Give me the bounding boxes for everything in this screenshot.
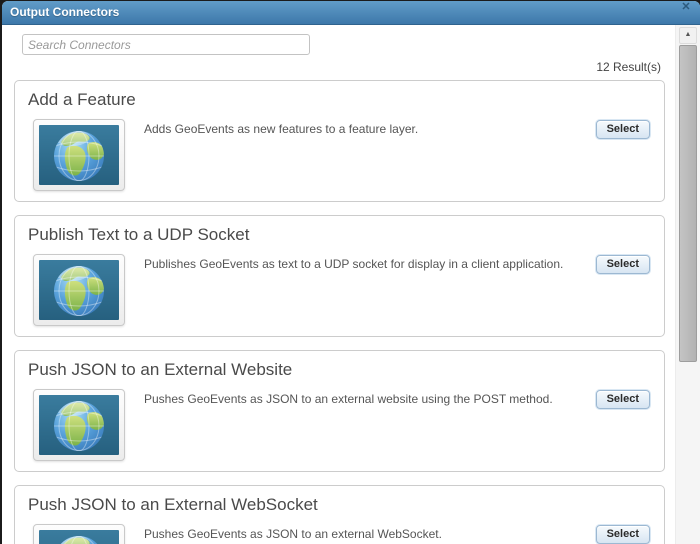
scrollbar[interactable]: ▲ — [675, 25, 700, 544]
connector-title: Push JSON to an External Website — [28, 360, 293, 379]
connector-thumbnail — [33, 524, 125, 544]
select-button[interactable]: Select — [595, 120, 650, 139]
connector-title: Push JSON to an External WebSocket — [28, 495, 318, 514]
globe-icon — [39, 530, 119, 544]
connector-title: Publish Text to a UDP Socket — [28, 225, 250, 244]
globe-icon — [39, 260, 119, 320]
select-button[interactable]: Select — [595, 255, 650, 274]
connector-thumbnail — [33, 119, 125, 191]
dialog-title: Output Connectors — [10, 5, 120, 19]
connector-card: Publish Text to a UDP Socket Publishes G… — [14, 215, 665, 337]
scroll-up-button[interactable]: ▲ — [679, 27, 697, 44]
select-button[interactable]: Select — [595, 390, 650, 409]
connector-list: Add a Feature Adds GeoEvents as new feat… — [2, 80, 676, 544]
connector-thumbnail — [33, 389, 125, 461]
globe-icon — [39, 395, 119, 455]
connector-description: Pushes GeoEvents as JSON to an external … — [144, 392, 553, 406]
connector-description: Pushes GeoEvents as JSON to an external … — [144, 527, 442, 541]
dialog-content: 12 Result(s) Add a Feature — [2, 25, 676, 544]
globe-icon — [39, 125, 119, 185]
connector-thumbnail — [33, 254, 125, 326]
close-icon[interactable]: ✕ — [679, 1, 693, 15]
scrollbar-thumb[interactable] — [679, 45, 697, 362]
dialog-titlebar: Output Connectors ✕ — [2, 1, 700, 25]
connector-description: Adds GeoEvents as new features to a feat… — [144, 122, 419, 136]
search-input[interactable] — [22, 34, 310, 55]
connector-card: Add a Feature Adds GeoEvents as new feat… — [14, 80, 665, 202]
results-count: 12 Result(s) — [596, 60, 661, 74]
output-connectors-dialog: Output Connectors ✕ 12 Result(s) Add a F… — [2, 1, 700, 544]
connector-description: Publishes GeoEvents as text to a UDP soc… — [144, 257, 564, 271]
select-button[interactable]: Select — [595, 525, 650, 544]
connector-card: Push JSON to an External WebSocket Pushe… — [14, 485, 665, 544]
connector-card: Push JSON to an External Website Pushes … — [14, 350, 665, 472]
connector-title: Add a Feature — [28, 90, 136, 109]
